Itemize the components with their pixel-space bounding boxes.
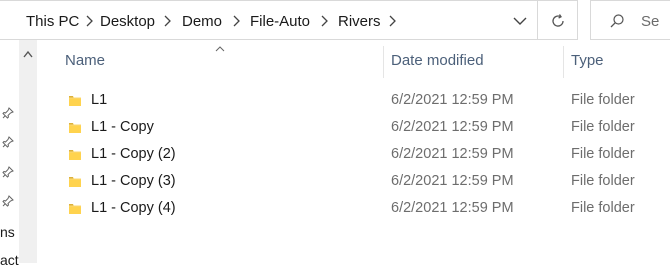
column-header-name[interactable]: Name [65, 52, 105, 69]
breadcrumb-demo[interactable]: Demo [182, 13, 222, 30]
breadcrumb-this-pc[interactable]: This PC [26, 13, 79, 30]
file-type: File folder [571, 200, 635, 216]
search-placeholder: Se [641, 13, 660, 30]
file-name: L1 - Copy (4) [91, 200, 176, 216]
file-row[interactable]: L1 - Copy 6/2/2021 12:59 PM File folder [58, 115, 670, 142]
file-row[interactable]: L1 - Copy (3) 6/2/2021 12:59 PM File fol… [58, 169, 670, 196]
breadcrumb-desktop[interactable]: Desktop [100, 13, 155, 30]
file-name: L1 - Copy (2) [91, 146, 176, 162]
file-type: File folder [571, 173, 635, 189]
nav-scrollbar[interactable] [19, 40, 37, 263]
pin-icon[interactable] [2, 136, 14, 148]
refresh-button[interactable] [538, 0, 578, 40]
chevron-right-icon[interactable] [161, 12, 175, 30]
file-date-modified: 6/2/2021 12:59 PM [391, 92, 514, 108]
breadcrumb-file-auto[interactable]: File-Auto [250, 13, 310, 30]
file-row[interactable]: L1 - Copy (2) 6/2/2021 12:59 PM File fol… [58, 142, 670, 169]
sort-ascending-icon [215, 46, 225, 52]
chevron-right-icon[interactable] [230, 12, 244, 30]
search-icon [610, 14, 624, 28]
address-bar[interactable]: This PC Desktop Demo File-Auto Rivers [0, 0, 538, 40]
folder-icon [69, 96, 81, 106]
folder-icon [69, 177, 81, 187]
file-type: File folder [571, 119, 635, 135]
file-date-modified: 6/2/2021 12:59 PM [391, 200, 514, 216]
file-name: L1 [91, 92, 108, 108]
chevron-right-icon[interactable] [386, 12, 400, 30]
chevron-right-icon[interactable] [83, 12, 97, 30]
file-row[interactable]: L1 6/2/2021 12:59 PM File folder [58, 88, 670, 115]
file-row[interactable]: L1 - Copy (4) 6/2/2021 12:59 PM File fol… [58, 196, 670, 223]
file-name: L1 - Copy [91, 119, 154, 135]
breadcrumb-rivers[interactable]: Rivers [338, 13, 381, 30]
folder-icon [69, 150, 81, 160]
column-header-type[interactable]: Type [571, 52, 604, 69]
folder-icon [69, 204, 81, 214]
nav-item-partial[interactable]: ns [0, 224, 15, 240]
file-date-modified: 6/2/2021 12:59 PM [391, 173, 514, 189]
refresh-icon [552, 14, 564, 27]
file-name: L1 - Copy (3) [91, 173, 176, 189]
pin-icon[interactable] [2, 195, 14, 207]
column-divider[interactable] [383, 46, 384, 78]
file-type: File folder [571, 92, 635, 108]
file-type: File folder [571, 146, 635, 162]
file-date-modified: 6/2/2021 12:59 PM [391, 146, 514, 162]
folder-icon [69, 123, 81, 133]
scroll-up-icon[interactable] [23, 50, 33, 58]
chevron-down-icon[interactable] [511, 12, 529, 30]
chevron-right-icon[interactable] [318, 12, 332, 30]
search-box[interactable]: Se [590, 0, 670, 40]
nav-item-partial[interactable]: act [0, 252, 19, 268]
pin-icon[interactable] [2, 107, 14, 119]
pin-icon[interactable] [2, 166, 14, 178]
file-date-modified: 6/2/2021 12:59 PM [391, 119, 514, 135]
column-divider[interactable] [563, 46, 564, 78]
column-header-date-modified[interactable]: Date modified [391, 52, 484, 69]
